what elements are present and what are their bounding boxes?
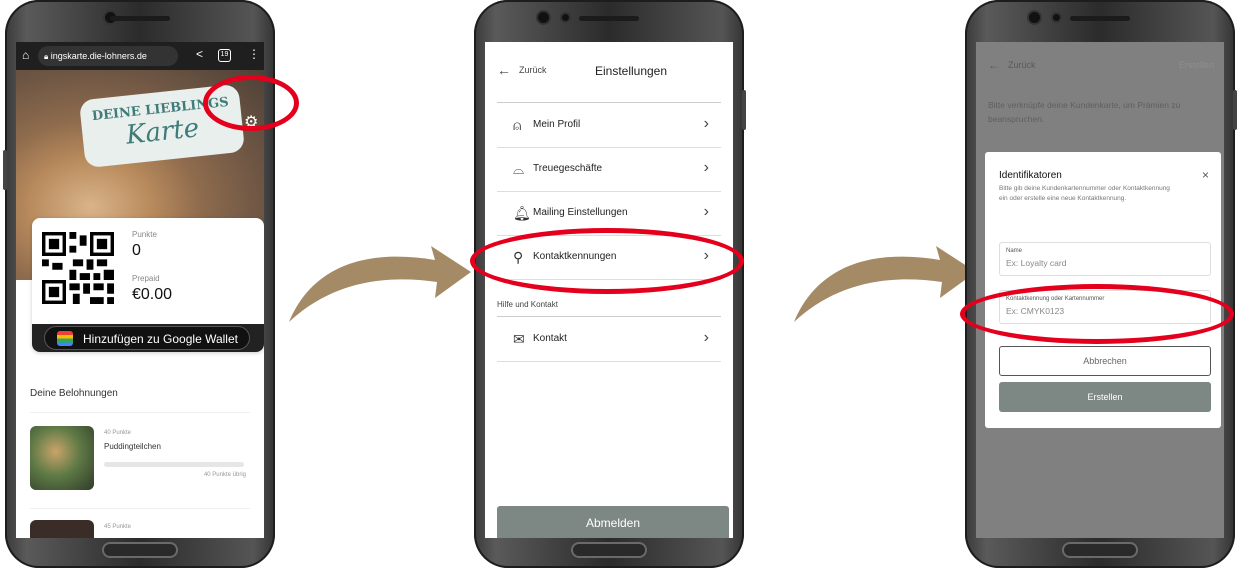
back-button[interactable]: Zurück: [1008, 60, 1036, 70]
reward-progress-bar: [104, 462, 244, 467]
intro-text: Bitte verknüpfe deine Kundenkarte, um Pr…: [988, 100, 1181, 124]
points-label: Punkte: [132, 230, 157, 239]
home-icon[interactable]: ⌂: [22, 48, 29, 62]
reward-image: [30, 426, 94, 490]
arrow-icon: [794, 246, 976, 322]
chevron-right-icon: ›: [703, 247, 709, 264]
reward-name: Puddingteilchen: [104, 442, 161, 451]
arrow-icon: [289, 246, 471, 322]
phone-frame-2: ← Zurück Einstellungen ⍝ Mein Profil › ⌓ Tr…: [474, 0, 746, 568]
menu-item-contact-ids[interactable]: ⚲ Kontaktkennungen ›: [497, 236, 721, 280]
rewards-section: Deine Belohnungen 40 Punkte Puddingteilc…: [16, 370, 264, 538]
name-input[interactable]: Ex: Loyalty card: [1006, 258, 1066, 268]
gear-icon[interactable]: ⚙: [244, 112, 258, 132]
menu-item-profile[interactable]: ⍝ Mein Profil ›: [497, 104, 721, 148]
reward-points: 45 Punkte: [104, 524, 132, 530]
google-wallet-button[interactable]: Hinzufügen zu Google Wallet: [44, 326, 250, 350]
settings-screen: ← Zurück Einstellungen ⍝ Mein Profil › ⌓ Tr…: [485, 42, 733, 538]
wallet-bar: Hinzufügen zu Google Wallet: [32, 324, 264, 352]
menu-item-stores[interactable]: ⌓ Treuegeschäfte ›: [497, 148, 721, 192]
chevron-right-icon: ›: [703, 203, 709, 220]
chevron-right-icon: ›: [703, 329, 709, 346]
prepaid-label: Prepaid: [132, 274, 160, 283]
store-icon: ⌓: [513, 161, 525, 177]
wallet-screen: ⌂ 🔒︎ ingskarte.die-lohners.de < 19 ⋮ DEI…: [16, 42, 264, 538]
reward-item[interactable]: 45 Punkte: [30, 520, 250, 538]
section-help-header: Hilfe und Kontakt: [497, 300, 558, 309]
reward-image: [30, 520, 94, 538]
identifiers-dialog: Identifikatoren × Bitte gib deine Kunden…: [985, 152, 1221, 428]
cancel-button[interactable]: Abbrechen: [999, 346, 1211, 376]
user-icon: ⍝: [513, 117, 522, 133]
more-icon[interactable]: ⋮: [248, 47, 260, 61]
phone-frame-3: ← Zurück Erstellen Bitte verknüpfe deine…: [965, 0, 1237, 568]
wallet-icon: [57, 331, 73, 346]
name-label: Name: [1006, 248, 1023, 254]
dialog-title: Identifikatoren: [999, 170, 1062, 181]
lock-icon: 🔒︎: [44, 52, 49, 61]
qr-code: [42, 232, 114, 304]
contact-id-input[interactable]: Ex: CMYK0123: [1006, 306, 1064, 316]
logo: DEINE LIEBLINGS Karte: [78, 83, 246, 169]
chevron-right-icon: ›: [703, 115, 709, 132]
mail-icon: ✉: [513, 331, 525, 347]
reward-remaining: 40 Punkte übrig: [203, 472, 246, 478]
search-icon: ⚲: [513, 249, 524, 265]
name-field[interactable]: Name Ex: Loyalty card: [999, 242, 1211, 276]
share-icon[interactable]: <: [196, 47, 203, 61]
url-text: ingskarte.die-lohners.de: [50, 51, 147, 61]
logout-button[interactable]: Abmelden: [497, 506, 729, 538]
link-card-screen: ← Zurück Erstellen Bitte verknüpfe deine…: [976, 42, 1224, 538]
browser-toolbar: ⌂ 🔒︎ ingskarte.die-lohners.de < 19 ⋮: [16, 42, 264, 70]
wallet-button-label: Hinzufügen zu Google Wallet: [83, 332, 238, 346]
phone-frame-1: ⌂ 🔒︎ ingskarte.die-lohners.de < 19 ⋮ DEI…: [3, 0, 275, 568]
tabs-count-button[interactable]: 19: [218, 49, 231, 62]
points-value: 0: [132, 242, 141, 259]
dialog-description: Bitte gib deine Kundenkartennummer oder …: [999, 185, 1170, 202]
address-bar[interactable]: 🔒︎ ingskarte.die-lohners.de: [38, 46, 178, 66]
create-header-button[interactable]: Erstellen: [1179, 60, 1214, 70]
loyalty-card: Punkte 0 Prepaid €0.00 Hinzufügen zu Goo…: [32, 218, 264, 352]
menu-item-mailing[interactable]: 🔔︎ Mailing Einstellungen ›: [497, 192, 721, 236]
menu-item-contact[interactable]: ✉ Kontakt ›: [497, 318, 721, 362]
bell-icon: 🔔︎: [513, 205, 531, 221]
close-icon[interactable]: ×: [1202, 168, 1209, 182]
contact-id-label: Kontaktkennung oder Kartennummer: [1006, 296, 1105, 302]
rewards-title: Deine Belohnungen: [30, 388, 118, 399]
prepaid-value: €0.00: [132, 286, 173, 303]
reward-points: 40 Punkte: [104, 430, 132, 436]
reward-item[interactable]: 40 Punkte Puddingteilchen 40 Punkte übri…: [30, 426, 250, 496]
page-title: Einstellungen: [594, 64, 668, 78]
contact-id-field[interactable]: Kontaktkennung oder Kartennummer Ex: CMY…: [999, 290, 1211, 324]
create-button[interactable]: Erstellen: [999, 382, 1211, 412]
back-arrow-icon[interactable]: ←: [988, 58, 1000, 72]
chevron-right-icon: ›: [703, 159, 709, 176]
